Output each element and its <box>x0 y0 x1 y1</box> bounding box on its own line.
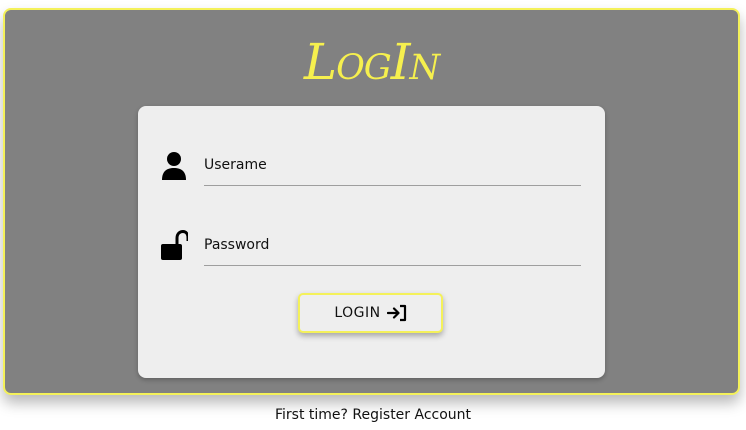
username-field[interactable]: Userame <box>138 146 605 196</box>
sign-in-icon <box>386 304 406 322</box>
password-underline <box>204 265 581 266</box>
password-placeholder[interactable]: Password <box>204 237 269 253</box>
register-prompt: First time? Register Account <box>0 407 746 423</box>
login-button-label: LOGIN <box>334 305 381 321</box>
unlock-icon <box>161 230 188 260</box>
login-card: Userame Password LOGIN <box>138 106 605 378</box>
user-icon <box>162 152 186 180</box>
register-account-link[interactable]: Register Account <box>352 407 471 423</box>
login-button[interactable]: LOGIN <box>298 293 443 333</box>
username-placeholder[interactable]: Userame <box>204 157 267 173</box>
password-field[interactable]: Password <box>138 226 605 276</box>
footer-prompt: First time? <box>274 407 348 423</box>
username-underline <box>204 185 581 186</box>
login-panel: LogIn Userame Password LOGIN <box>3 8 740 395</box>
page-title: LogIn <box>303 33 440 91</box>
